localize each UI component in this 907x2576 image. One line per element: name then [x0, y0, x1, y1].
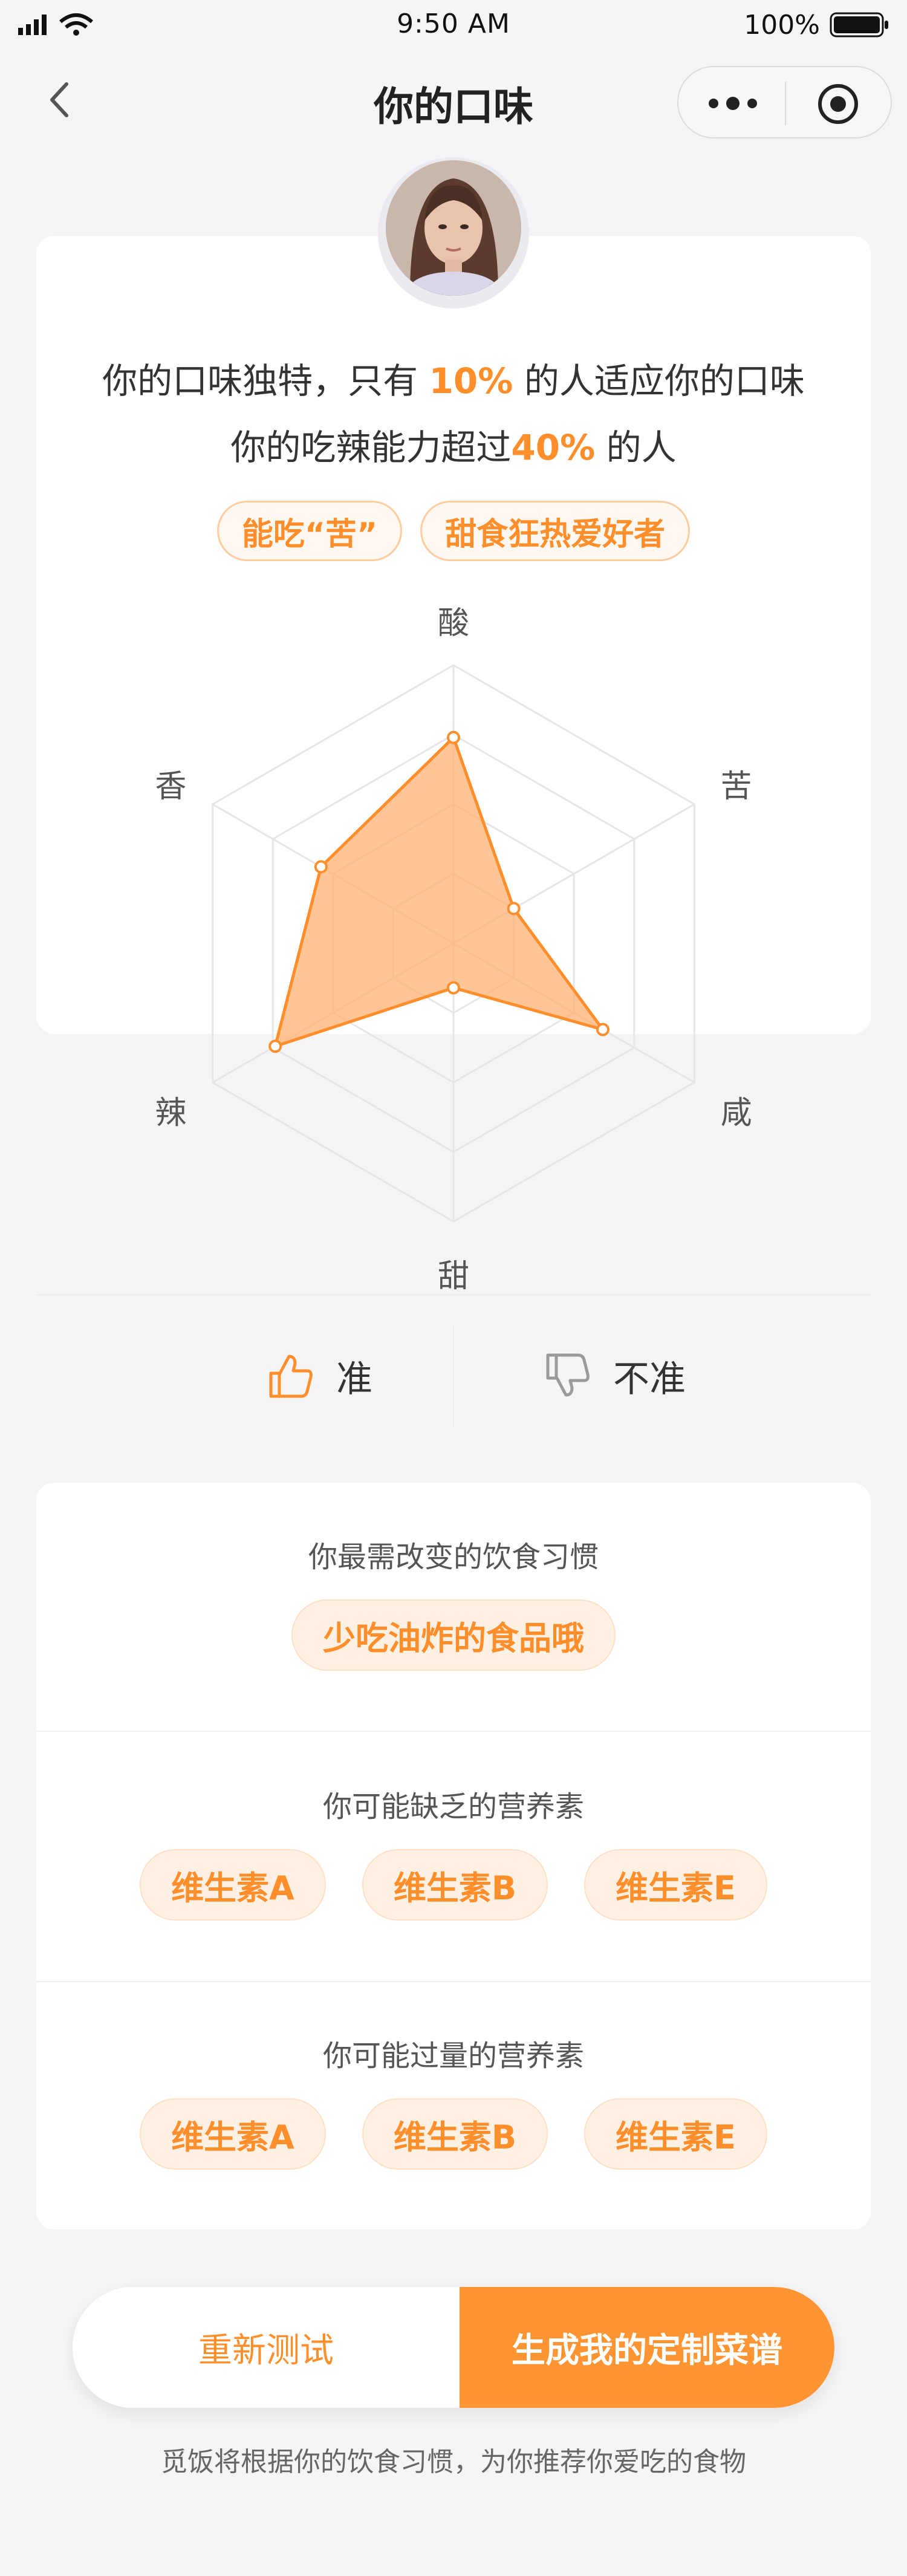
battery-icon — [830, 12, 888, 37]
nutrient-tag: 维生素E — [584, 2098, 767, 2170]
summary-highlight-percent: 10% — [429, 360, 513, 402]
thumbs-down-icon — [546, 1353, 590, 1397]
inaccurate-button[interactable]: 不准 — [543, 1336, 686, 1415]
lacking-section: 你可能缺乏的营养素 维生素A 维生素B 维生素E — [36, 1783, 871, 1921]
lacking-title: 你可能缺乏的营养素 — [322, 1790, 584, 1824]
avatar — [386, 160, 521, 296]
more-dots-icon[interactable] — [703, 88, 763, 119]
radar-data-point — [268, 1039, 282, 1053]
summary-line-1-prefix: 你的口味独特，只有 — [102, 360, 429, 402]
radar-axis-label: 辣 — [155, 1095, 187, 1131]
nutrient-tag: 维生素B — [362, 1849, 548, 1921]
accurate-label: 准 — [336, 1358, 372, 1400]
thumbs-up-icon — [269, 1355, 313, 1398]
habit-tag: 少吃油炸的食品哦 — [291, 1599, 616, 1671]
radar-axis-label: 咸 — [720, 1095, 752, 1131]
taste-summary: 你的口味独特，只有 10% 的人适应你的口味 你的吃辣能力超过40% 的人 — [36, 348, 871, 481]
status-bar: 9:50 AM 100% — [0, 0, 907, 54]
nutrient-tag: 维生素A — [140, 2098, 326, 2170]
card-divider — [36, 1294, 871, 1295]
action-button-group: 重新测试 生成我的定制菜谱 — [73, 2287, 834, 2408]
avatar-portrait-icon — [386, 160, 521, 296]
summary-line-1-suffix: 的人适应你的口味 — [513, 360, 805, 402]
radar-axis-label: 甜 — [437, 1258, 469, 1295]
excess-section: 你可能过量的营养素 维生素A 维生素B 维生素E — [36, 2032, 871, 2170]
mini-program-capsule — [677, 66, 892, 138]
taste-tags: 能吃“苦” 甜食狂热爱好者 — [0, 501, 907, 561]
summary-line-2: 你的吃辣能力超过40% 的人 — [36, 414, 871, 481]
habit-section: 你最需改变的饮食习惯 少吃油炸的食品哦 — [36, 1533, 871, 1671]
vote-divider — [453, 1324, 454, 1427]
section-divider — [36, 1981, 871, 1982]
summary-line-2-suffix: 的人 — [595, 427, 677, 468]
taste-tag: 甜食狂热爱好者 — [420, 501, 691, 561]
footnote: 觅饭将根据你的饮食习惯，为你推荐你爱吃的食物 — [161, 2447, 746, 2477]
summary-line-1: 你的口味独特，只有 10% 的人适应你的口味 — [36, 348, 871, 414]
generate-recipe-button[interactable]: 生成我的定制菜谱 — [460, 2287, 834, 2408]
habit-title: 你最需改变的饮食习惯 — [308, 1540, 599, 1574]
retry-button[interactable]: 重新测试 — [73, 2287, 460, 2408]
accurate-button[interactable]: 准 — [266, 1336, 372, 1415]
capsule-divider — [785, 82, 786, 125]
taste-tag: 能吃“苦” — [216, 501, 403, 561]
battery-percent: 100% — [744, 9, 820, 41]
summary-line-2-prefix: 你的吃辣能力超过 — [230, 427, 512, 468]
excess-title: 你可能过量的营养素 — [322, 2039, 584, 2073]
nutrient-tag: 维生素E — [584, 1849, 767, 1921]
nutrient-tag: 维生素A — [140, 1849, 326, 1921]
close-target-icon[interactable] — [815, 81, 861, 127]
inaccurate-label: 不准 — [613, 1358, 686, 1400]
nutrient-tag: 维生素B — [362, 2098, 548, 2170]
nav-bar: 你的口味 — [0, 57, 907, 148]
spicy-percent: 40% — [511, 427, 596, 468]
section-divider — [36, 1731, 871, 1732]
